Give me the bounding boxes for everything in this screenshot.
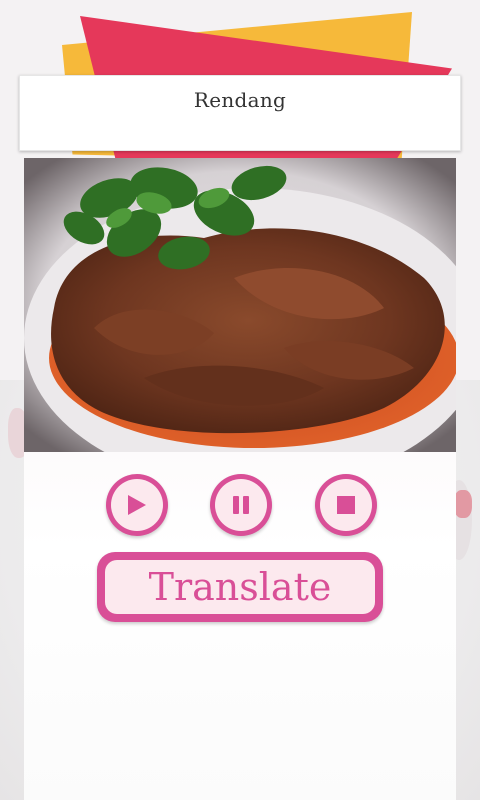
play-button-face [111, 479, 163, 531]
dish-photo [24, 158, 456, 452]
playback-controls [0, 474, 480, 538]
title-card: Rendang [19, 75, 461, 151]
stop-button[interactable] [315, 474, 377, 536]
play-icon [128, 495, 146, 515]
dish-title: Rendang [193, 88, 287, 112]
dish-photo-illustration [24, 158, 456, 452]
pause-button-face [215, 479, 267, 531]
stop-button-face [320, 479, 372, 531]
stop-icon [337, 496, 355, 514]
pause-button[interactable] [210, 474, 272, 536]
play-button[interactable] [106, 474, 168, 536]
translate-button[interactable]: Translate [97, 552, 383, 622]
translate-button-face: Translate [105, 560, 375, 614]
pause-icon [233, 496, 249, 514]
translate-label: Translate [148, 565, 332, 609]
